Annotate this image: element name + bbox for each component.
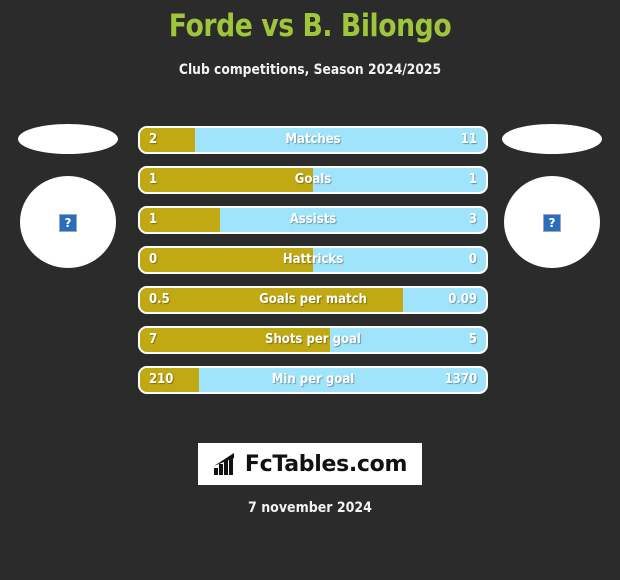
player-shirt-ellipse-right — [502, 124, 602, 154]
fctables-logo[interactable]: FcTables.com — [198, 443, 422, 485]
stat-away-value: 1 — [468, 172, 477, 187]
stat-label: Matches — [285, 132, 341, 147]
broken-image-icon-right: ? — [543, 214, 561, 232]
stat-label: Goals — [294, 172, 332, 187]
stat-bar-row: 2 Matches 11 — [138, 126, 488, 154]
stat-label: Hattricks — [282, 252, 344, 267]
stat-label: Shots per goal — [265, 332, 361, 347]
page-subtitle: Club competitions, Season 2024/2025 — [178, 62, 442, 78]
stat-home-value: 1 — [149, 212, 158, 227]
generated-date: 7 november 2024 — [248, 500, 372, 516]
broken-image-icon-left: ? — [59, 214, 77, 232]
bar-chart-arrow-icon — [213, 453, 234, 475]
stat-bar-row: 210 Min per goal 1370 — [138, 366, 488, 394]
stat-away-value: 5 — [468, 332, 477, 347]
stat-away-value: 1370 — [444, 372, 477, 387]
stat-label: Assists — [289, 212, 337, 227]
stat-bar-row: 1 Assists 3 — [138, 206, 488, 234]
stat-away-value: 0 — [468, 252, 477, 267]
stat-bar-row: 0.5 Goals per match 0.09 — [138, 286, 488, 314]
stat-home-value: 0 — [149, 252, 158, 267]
stat-home-value: 2 — [149, 132, 158, 147]
fctables-logo-text: FcTables.com — [244, 451, 408, 477]
stat-home-value: 7 — [149, 332, 158, 347]
stat-away-value: 3 — [468, 212, 477, 227]
stat-bar-row: 7 Shots per goal 5 — [138, 326, 488, 354]
stat-comparison-card: Forde vs B. Bilongo Club competitions, S… — [0, 0, 620, 580]
stat-label: Min per goal — [271, 372, 355, 387]
stat-home-value: 1 — [149, 172, 158, 187]
stat-bar-list: 2 Matches 11 1 Goals 1 1 Assists 3 0 Hattricks 0 0.5… — [138, 126, 488, 406]
stat-label: Goals per match — [259, 292, 367, 307]
stat-bar-row: 0 Hattricks 0 — [138, 246, 488, 274]
stat-bar-row: 1 Goals 1 — [138, 166, 488, 194]
stat-away-value: 11 — [460, 132, 477, 147]
stat-away-value: 0.09 — [448, 292, 477, 307]
player-shirt-ellipse-left — [18, 124, 118, 154]
page-title: Forde vs B. Bilongo — [168, 8, 452, 44]
